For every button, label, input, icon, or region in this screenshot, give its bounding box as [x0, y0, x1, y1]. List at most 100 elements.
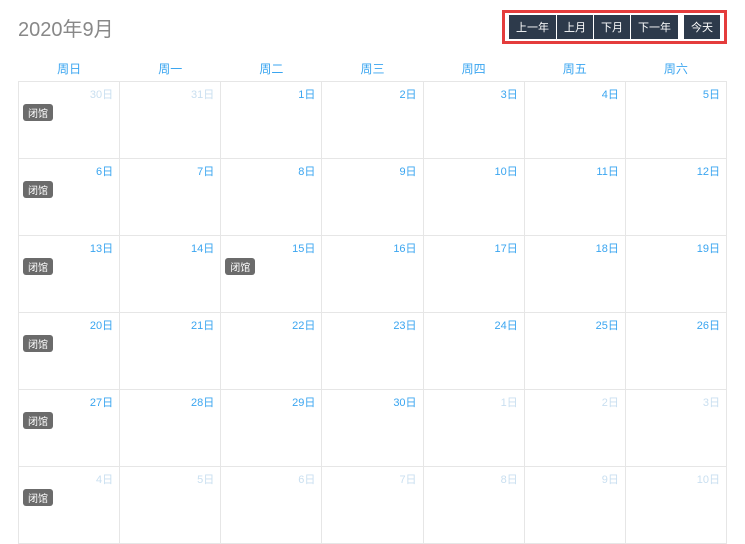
day-number: 1日	[298, 86, 315, 102]
calendar-day-cell[interactable]: 25日	[524, 313, 625, 390]
calendar-day-cell[interactable]: 31日	[120, 82, 221, 159]
day-number: 2日	[399, 86, 416, 102]
day-number: 30日	[393, 394, 416, 410]
weekday-header: 周五	[524, 56, 625, 82]
calendar-week-row: 20日闭馆 21日 22日 23日 24日 25日 26日	[19, 313, 727, 390]
day-number: 8日	[501, 471, 518, 487]
calendar-day-cell[interactable]: 27日闭馆	[19, 390, 120, 467]
calendar-day-cell[interactable]: 15日闭馆	[221, 236, 322, 313]
calendar-day-cell[interactable]: 2日	[322, 82, 423, 159]
calendar-day-cell[interactable]: 17日	[423, 236, 524, 313]
calendar-day-cell[interactable]: 11日	[524, 159, 625, 236]
day-number: 10日	[494, 163, 517, 179]
day-number: 18日	[596, 240, 619, 256]
calendar-day-cell[interactable]: 1日	[423, 390, 524, 467]
day-number: 10日	[697, 471, 720, 487]
closed-badge: 闭馆	[23, 258, 53, 275]
weekday-header: 周三	[322, 56, 423, 82]
day-number: 6日	[298, 471, 315, 487]
day-number: 5日	[703, 86, 720, 102]
calendar-day-cell[interactable]: 3日	[423, 82, 524, 159]
closed-badge: 闭馆	[23, 412, 53, 429]
calendar-grid: 周日 周一 周二 周三 周四 周五 周六 30日闭馆31日1日2日3日4日5日6…	[18, 56, 727, 544]
calendar-container: 2020年9月 上一年 上月 下月 下一年 今天 周日 周一 周二 周三 周四 …	[0, 0, 745, 544]
calendar-day-cell[interactable]: 4日闭馆	[19, 467, 120, 544]
calendar-day-cell[interactable]: 18日	[524, 236, 625, 313]
day-number: 15日	[292, 240, 315, 256]
weekday-header: 周六	[625, 56, 726, 82]
day-number: 7日	[399, 471, 416, 487]
calendar-day-cell[interactable]: 6日	[221, 467, 322, 544]
day-number: 11日	[596, 163, 618, 179]
day-number: 23日	[393, 317, 416, 333]
calendar-day-cell[interactable]: 5日	[120, 467, 221, 544]
day-number: 25日	[596, 317, 619, 333]
calendar-day-cell[interactable]: 7日	[120, 159, 221, 236]
day-number: 26日	[697, 317, 720, 333]
calendar-day-cell[interactable]: 29日	[221, 390, 322, 467]
today-button[interactable]: 今天	[684, 15, 720, 39]
calendar-week-row: 30日闭馆31日 1日 2日 3日 4日 5日	[19, 82, 727, 159]
day-number: 12日	[697, 163, 720, 179]
day-number: 2日	[602, 394, 619, 410]
weekday-header-row: 周日 周一 周二 周三 周四 周五 周六	[19, 56, 727, 82]
calendar-week-row: 13日闭馆 14日 15日闭馆 16日 17日 18日 19日	[19, 236, 727, 313]
calendar-day-cell[interactable]: 7日	[322, 467, 423, 544]
closed-badge: 闭馆	[23, 335, 53, 352]
prev-year-button[interactable]: 上一年	[509, 15, 556, 39]
next-year-button[interactable]: 下一年	[631, 15, 678, 39]
day-number: 3日	[501, 86, 518, 102]
day-number: 5日	[197, 471, 214, 487]
calendar-day-cell[interactable]: 26日	[625, 313, 726, 390]
day-number: 21日	[191, 317, 214, 333]
closed-badge: 闭馆	[225, 258, 255, 275]
calendar-day-cell[interactable]: 13日闭馆	[19, 236, 120, 313]
weekday-header: 周二	[221, 56, 322, 82]
calendar-day-cell[interactable]: 9日	[322, 159, 423, 236]
calendar-header: 2020年9月 上一年 上月 下月 下一年 今天	[18, 10, 727, 44]
weekday-header: 周一	[120, 56, 221, 82]
next-month-button[interactable]: 下月	[594, 15, 630, 39]
calendar-day-cell[interactable]: 22日	[221, 313, 322, 390]
day-number: 24日	[494, 317, 517, 333]
calendar-day-cell[interactable]: 8日	[423, 467, 524, 544]
day-number: 6日	[96, 163, 113, 179]
calendar-day-cell[interactable]: 10日	[625, 467, 726, 544]
calendar-day-cell[interactable]: 1日	[221, 82, 322, 159]
calendar-day-cell[interactable]: 28日	[120, 390, 221, 467]
calendar-day-cell[interactable]: 14日	[120, 236, 221, 313]
calendar-week-row: 6日闭馆 7日 8日 9日 10日 11日 12日	[19, 159, 727, 236]
closed-badge: 闭馆	[23, 104, 53, 121]
calendar-day-cell[interactable]: 3日	[625, 390, 726, 467]
calendar-day-cell[interactable]: 2日	[524, 390, 625, 467]
day-number: 16日	[393, 240, 416, 256]
day-number: 7日	[197, 163, 214, 179]
closed-badge: 闭馆	[23, 181, 53, 198]
weekday-header: 周日	[19, 56, 120, 82]
day-number: 4日	[602, 86, 619, 102]
day-number: 13日	[90, 240, 113, 256]
calendar-day-cell[interactable]: 19日	[625, 236, 726, 313]
calendar-day-cell[interactable]: 9日	[524, 467, 625, 544]
prev-month-button[interactable]: 上月	[557, 15, 593, 39]
day-number: 8日	[298, 163, 315, 179]
day-number: 19日	[697, 240, 720, 256]
calendar-day-cell[interactable]: 30日闭馆	[19, 82, 120, 159]
day-number: 9日	[602, 471, 619, 487]
calendar-week-row: 4日闭馆 5日 6日 7日 8日 9日 10日	[19, 467, 727, 544]
calendar-day-cell[interactable]: 30日	[322, 390, 423, 467]
calendar-day-cell[interactable]: 5日	[625, 82, 726, 159]
day-number: 17日	[494, 240, 517, 256]
calendar-day-cell[interactable]: 12日	[625, 159, 726, 236]
calendar-day-cell[interactable]: 21日	[120, 313, 221, 390]
calendar-day-cell[interactable]: 8日	[221, 159, 322, 236]
calendar-day-cell[interactable]: 24日	[423, 313, 524, 390]
calendar-day-cell[interactable]: 6日闭馆	[19, 159, 120, 236]
calendar-day-cell[interactable]: 4日	[524, 82, 625, 159]
weekday-header: 周四	[423, 56, 524, 82]
day-number: 14日	[191, 240, 214, 256]
calendar-day-cell[interactable]: 10日	[423, 159, 524, 236]
calendar-day-cell[interactable]: 23日	[322, 313, 423, 390]
calendar-day-cell[interactable]: 16日	[322, 236, 423, 313]
calendar-day-cell[interactable]: 20日闭馆	[19, 313, 120, 390]
